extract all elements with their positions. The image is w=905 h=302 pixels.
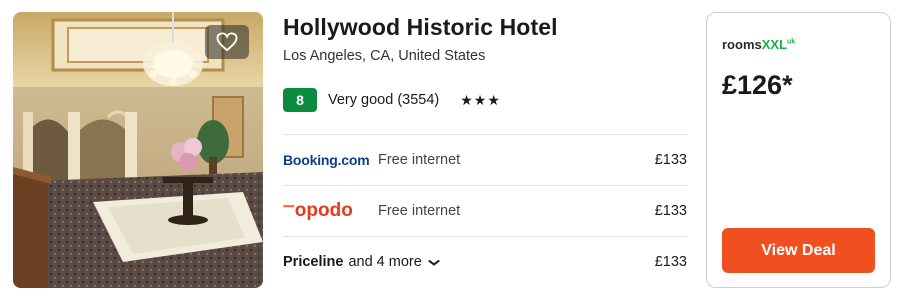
- priceline-provider: Priceline: [283, 254, 344, 270]
- star-rating: ★★★: [460, 91, 501, 108]
- hotel-info: Hollywood Historic Hotel Los Angeles, CA…: [283, 12, 687, 288]
- chevron-down-icon: [427, 259, 440, 266]
- deal-feature: Free internet: [378, 152, 461, 168]
- rating-row: 8 Very good (3554) ★★★: [283, 88, 501, 112]
- deal-price[interactable]: £133: [655, 152, 687, 168]
- deal-price[interactable]: £133: [655, 203, 687, 219]
- view-deal-button[interactable]: View Deal: [722, 228, 875, 273]
- featured-price: £126*: [722, 70, 793, 100]
- review-score-badge: 8: [283, 88, 317, 112]
- deal-row-priceline[interactable]: Priceline and 4 more £133: [283, 236, 687, 287]
- deal-row-booking[interactable]: Booking.com Free internet £133: [283, 134, 687, 185]
- deal-row-opodo[interactable]: ••••• opodo Free internet £133: [283, 185, 687, 236]
- roomsxxl-logo: roomsXXLuk: [722, 37, 796, 52]
- hotel-name[interactable]: Hollywood Historic Hotel: [283, 14, 558, 41]
- booking-logo: Booking.com: [283, 152, 370, 168]
- deal-feature: Free internet: [378, 203, 461, 219]
- more-deals-toggle[interactable]: and 4 more: [348, 254, 440, 270]
- hotel-photo[interactable]: [13, 12, 263, 288]
- favorite-button[interactable]: [205, 25, 249, 59]
- featured-deal-box[interactable]: roomsXXLuk £126* View Deal: [706, 12, 891, 288]
- opodo-logo: ••••• opodo: [283, 200, 353, 221]
- hotel-result-card: Hollywood Historic Hotel Los Angeles, CA…: [0, 0, 905, 302]
- review-summary[interactable]: Very good (3554): [328, 92, 439, 108]
- hotel-location: Los Angeles, CA, United States: [283, 48, 486, 64]
- deal-price[interactable]: £133: [655, 254, 687, 270]
- heart-outline-icon: [216, 32, 238, 52]
- opodo-dots-icon: •••••: [283, 201, 295, 211]
- more-deals-label: and 4 more: [348, 254, 422, 270]
